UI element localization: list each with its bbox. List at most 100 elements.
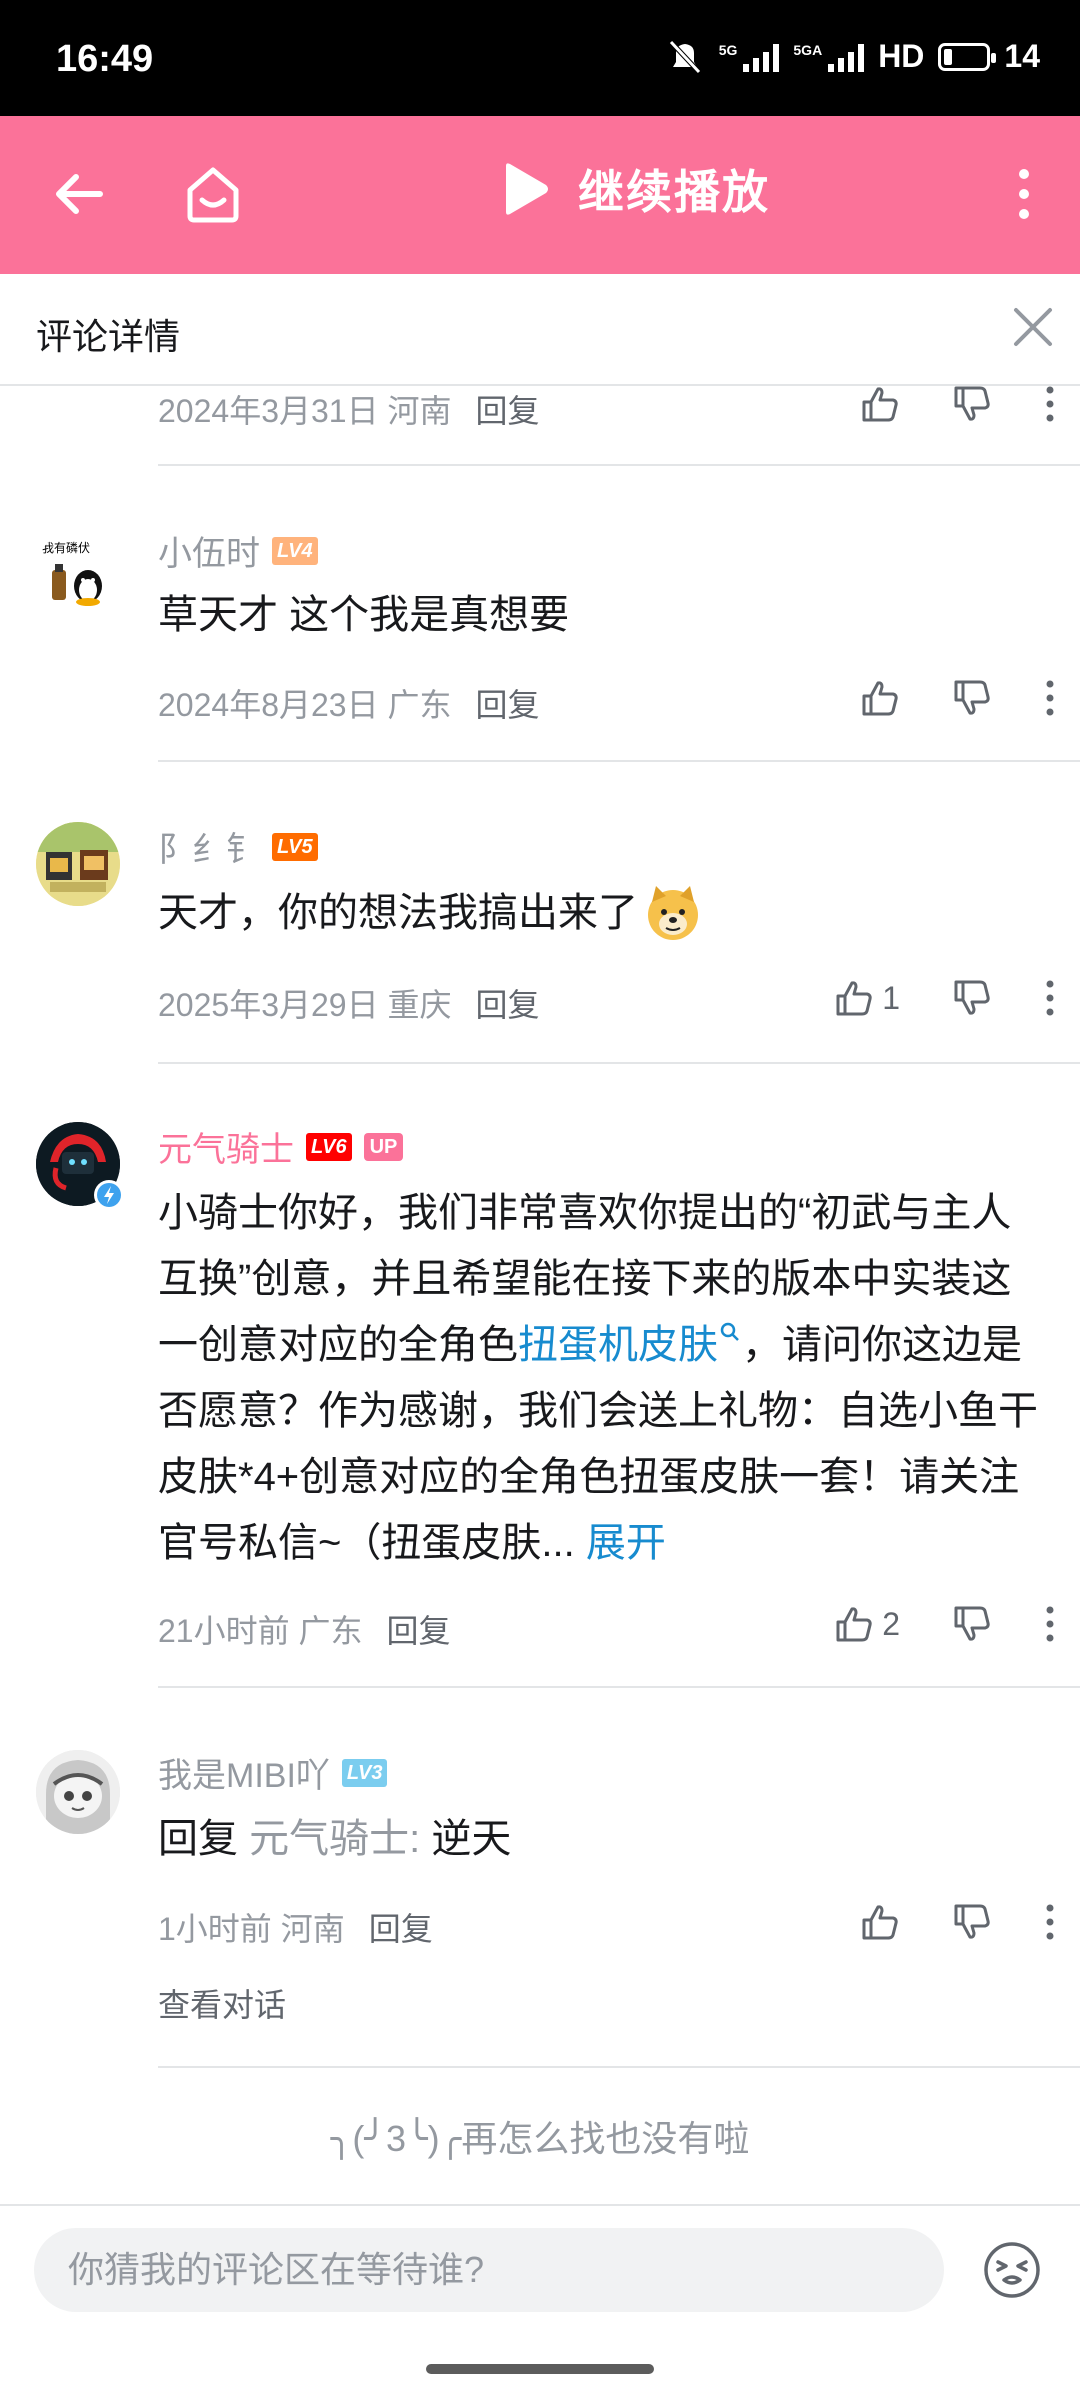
comment-text: 天才，你的想法我搞出来了 — [158, 891, 638, 935]
comment-date: 21小时前 广东 — [158, 1613, 363, 1649]
divider — [158, 760, 1080, 762]
comment-more-icon[interactable] — [1044, 1903, 1056, 1941]
signal-5ga-icon: 5GA — [793, 42, 865, 72]
up-badge: UP — [363, 1132, 404, 1161]
thumb-up-icon — [862, 681, 898, 716]
back-arrow-icon[interactable] — [50, 164, 110, 224]
more-options-icon[interactable] — [1014, 166, 1034, 222]
search-icon — [720, 1322, 739, 1341]
comment-date: 2024年8月23日 广东 — [158, 687, 452, 723]
home-icon[interactable] — [180, 160, 246, 226]
level-badge: LV6 — [306, 1132, 352, 1161]
home-indicator[interactable] — [426, 2364, 654, 2374]
thumb-down-icon[interactable] — [952, 978, 992, 1018]
comment-input-bar: 你猜我的评论区在等待谁? — [0, 2204, 1080, 2400]
view-conversation-link[interactable]: 查看对话 — [158, 1980, 286, 2026]
battery-icon — [938, 42, 997, 71]
reply-button[interactable]: 回复 — [475, 680, 539, 726]
comment-actions — [860, 1902, 1056, 1942]
avatar[interactable] — [36, 822, 120, 906]
comment-input[interactable]: 你猜我的评论区在等待谁? — [34, 2228, 944, 2312]
like-button[interactable] — [860, 678, 900, 718]
avatar[interactable] — [36, 1122, 124, 1210]
comment-meta: 1小时前 河南 回复 — [158, 1904, 433, 1950]
avatar-image — [36, 822, 120, 906]
comment-text: 逆天 — [431, 1817, 512, 1861]
like-button[interactable] — [860, 384, 900, 424]
username[interactable]: 小伍时 — [158, 526, 260, 575]
status-bar: 16:49 5G 5GA HD 14 — [0, 0, 1080, 116]
thumb-up-icon — [862, 387, 898, 422]
comment-username-row: 我是MIBI吖 LV3 — [158, 1748, 388, 1797]
comment-text: 草天才 这个我是真想要 — [158, 593, 570, 637]
reply-button[interactable]: 回复 — [369, 1904, 433, 1950]
comment-username-row: 小伍时 LV4 — [158, 526, 318, 575]
username[interactable]: 阝纟钅 — [158, 822, 260, 871]
search-link-label: 扭蛋机皮肤 — [518, 1323, 718, 1367]
avatar[interactable] — [36, 1750, 120, 1834]
reply-prefix: 回复 — [158, 1817, 238, 1861]
comment-detail-header: 评论详情 — [0, 274, 1080, 386]
emoji-icon[interactable] — [982, 2240, 1042, 2300]
avatar-image: 我有磷伏 — [36, 530, 120, 614]
end-of-list-tip: ╮(╯3╰)╭再怎么找也没有啦 — [330, 2118, 750, 2159]
comment-meta: 21小时前 广东 回复 — [158, 1606, 451, 1652]
comment-meta: 2025年3月29日 重庆 回复 — [158, 980, 540, 1026]
continue-play-label: 继续播放 — [578, 166, 770, 218]
divider — [158, 2066, 1080, 2068]
level-badge: LV4 — [272, 536, 318, 565]
reply-button[interactable]: 回复 — [475, 386, 539, 432]
like-count: 1 — [882, 979, 900, 1016]
comment-username-row: 元气骑士 LV6 UP — [158, 1122, 404, 1171]
expand-button[interactable]: 展开 — [586, 1521, 666, 1565]
avatar[interactable]: 我有磷伏 — [36, 530, 120, 614]
comment-body: 天才，你的想法我搞出来了 — [158, 880, 1048, 946]
thumb-up-icon — [836, 1607, 872, 1642]
comment-more-icon[interactable] — [1044, 679, 1056, 717]
avatar-image — [36, 1750, 120, 1834]
comment-date: 2025年3月29日 重庆 — [158, 987, 452, 1023]
comment-detail-title: 评论详情 — [36, 316, 181, 357]
level-badge: LV5 — [272, 832, 318, 861]
thumb-up-icon — [862, 1905, 898, 1940]
battery-level: 14 — [1004, 38, 1040, 74]
divider — [158, 464, 1080, 466]
continue-play-button[interactable]: 继续播放 — [500, 156, 770, 222]
like-button[interactable]: 2 — [834, 1604, 900, 1644]
level-badge: LV3 — [341, 1758, 388, 1787]
comment-more-icon[interactable] — [1044, 385, 1056, 423]
thumb-down-icon[interactable] — [952, 1902, 992, 1942]
comment-body: 小骑士你好，我们非常喜欢你提出的“初武与主人互换”创意，并且希望能在接下来的版本… — [158, 1180, 1048, 1576]
comment-actions: 1 — [834, 978, 1056, 1018]
comment-more-icon[interactable] — [1044, 1605, 1056, 1643]
status-icons: 5G 5GA HD 14 — [665, 38, 1040, 75]
comment-username-row: 阝纟钅 LV5 — [158, 822, 318, 871]
hd-indicator: HD — [878, 38, 925, 74]
play-icon — [506, 163, 548, 215]
comment-actions — [860, 384, 1056, 424]
thumb-down-icon[interactable] — [952, 384, 992, 424]
username[interactable]: 我是MIBI吖 — [158, 1748, 330, 1797]
signal-5g-icon: 5G — [719, 42, 780, 72]
comment-more-icon[interactable] — [1044, 979, 1056, 1017]
status-time: 16:49 — [56, 38, 154, 80]
thumb-down-icon[interactable] — [952, 678, 992, 718]
svg-text:我有磷伏: 我有磷伏 — [42, 540, 90, 555]
doge-emoji-icon — [648, 886, 698, 940]
comment-date: 1小时前 河南 — [158, 1911, 345, 1947]
thumb-down-icon[interactable] — [952, 1604, 992, 1644]
like-count: 2 — [882, 1605, 900, 1642]
comment-meta: 2024年3月31日 河南 回复 — [158, 386, 540, 432]
reply-button[interactable]: 回复 — [475, 980, 539, 1026]
player-top-bar: 继续播放 — [0, 116, 1080, 274]
reply-to-user[interactable]: 元气骑士: — [249, 1817, 420, 1861]
like-button[interactable] — [860, 1902, 900, 1942]
thumb-up-icon — [836, 981, 872, 1016]
like-button[interactable]: 1 — [834, 978, 900, 1018]
search-link[interactable]: 扭蛋机皮肤 — [518, 1322, 742, 1367]
verified-icon — [94, 1180, 124, 1210]
reply-button[interactable]: 回复 — [387, 1606, 451, 1652]
comment-meta: 2024年8月23日 广东 回复 — [158, 680, 540, 726]
close-icon[interactable] — [1008, 302, 1058, 352]
username[interactable]: 元气骑士 — [158, 1122, 294, 1171]
